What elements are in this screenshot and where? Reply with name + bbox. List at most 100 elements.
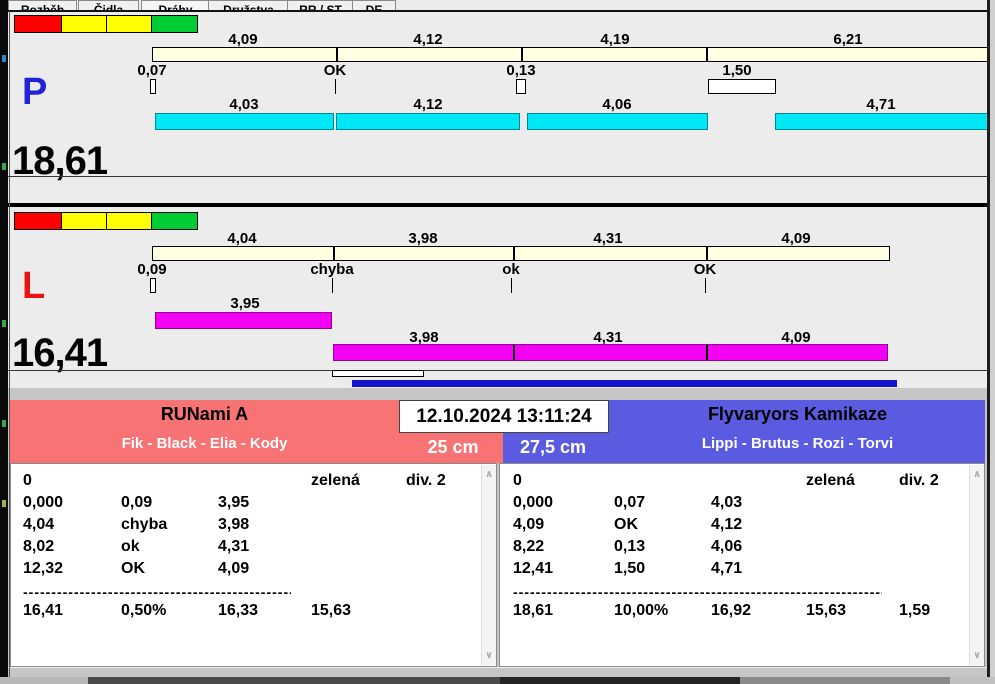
l-first-split-label: 3,95 (230, 295, 260, 312)
table-cell: 8,02 (23, 538, 55, 555)
status-light-green (151, 15, 198, 33)
lane-p-total: 18,61 (12, 139, 108, 183)
lane-l-letter: L (22, 265, 46, 307)
l-mark-label: ok (502, 261, 520, 278)
p-bottom-split-label: 4,06 (602, 96, 632, 113)
l-top-split-label: 4,31 (593, 230, 623, 247)
table-cell: 1,50 (614, 560, 646, 577)
table-cell: 3,98 (218, 516, 250, 533)
p-bottom-split-label: 4,12 (413, 96, 443, 113)
p-top-split-label: 4,09 (228, 31, 258, 48)
table-total-cell: 0,50% (121, 602, 167, 619)
table-cell: OK (614, 516, 638, 533)
taskbar-segment (740, 677, 950, 684)
taskbar-segment (88, 677, 500, 684)
bar-divider (706, 48, 708, 61)
table-cell: 4,06 (711, 538, 743, 555)
table-total-cell: 16,33 (218, 602, 259, 619)
scroll-down-icon[interactable]: ∨ (482, 650, 496, 661)
table-separator: ----------------------------------------… (23, 584, 291, 596)
bar-divider (333, 247, 335, 260)
empty-gauge-box (332, 370, 424, 377)
table-cell: 4,04 (23, 516, 55, 533)
p-mark-label: 0,07 (137, 62, 167, 79)
table-cell: 12,32 (23, 560, 64, 577)
edge-mark (2, 55, 6, 62)
p-top-split-label: 4,19 (600, 31, 630, 48)
bar-divider (521, 48, 523, 61)
table-cell: ok (121, 538, 140, 555)
table-cell: div. 2 (899, 472, 939, 489)
bar-divider (706, 345, 708, 360)
scroll-down-icon[interactable]: ∨ (970, 650, 984, 661)
scroll-up-icon[interactable]: ∧ (970, 469, 984, 480)
p-top-split-label: 6,21 (833, 31, 863, 48)
l-mark-tick-line (511, 278, 512, 293)
tabbar-divider (8, 10, 991, 12)
l-top-split-label: 4,09 (781, 230, 811, 247)
table-cell: 4,12 (711, 516, 743, 533)
taskbar-segment (0, 677, 88, 684)
bar-divider (513, 345, 515, 360)
table-cell: div. 2 (406, 472, 446, 489)
status-light-red (14, 212, 62, 230)
panel-divider-thick (8, 203, 991, 207)
edge-mark (2, 320, 6, 327)
l-top-split-bar (152, 246, 890, 261)
p-bottom-split-label: 4,03 (229, 96, 259, 113)
l-top-split-label: 3,98 (408, 230, 438, 247)
l-split-bar-first (155, 312, 332, 329)
taskbar-segment (950, 677, 995, 684)
table-cell: 4,09 (218, 560, 250, 577)
team-right-dogs: Lippi - Brutus - Rozi - Torvi (701, 435, 894, 452)
l-mark-label: 0,09 (137, 261, 167, 278)
table-total-cell: 18,61 (513, 602, 554, 619)
table-cell: 4,03 (711, 494, 743, 511)
edge-window-strip (0, 0, 8, 684)
p-bottom-split-label: 4,71 (866, 96, 896, 113)
p-mark-label: 1,50 (722, 62, 752, 79)
team-left-name: RUNami A (160, 404, 249, 424)
table-cell: zelená (806, 472, 855, 489)
table-total-cell: 16,41 (23, 602, 64, 619)
p-top-split-label: 4,12 (413, 31, 443, 48)
team-left-dogs: Fik - Black - Elia - Kody (121, 435, 288, 452)
l-mark-label: chyba (310, 261, 354, 278)
table-cell: OK (121, 560, 145, 577)
p-mark-label: OK (323, 62, 347, 79)
status-light-yellow (61, 212, 107, 230)
table-separator: ----------------------------------------… (513, 584, 882, 596)
panel-divider (8, 370, 991, 371)
table-cell: 0 (23, 472, 32, 489)
table-total-cell: 10,00% (614, 602, 669, 619)
l-mark-tick-line (705, 278, 706, 293)
p-mark-label: 0,13 (506, 62, 536, 79)
team-right-jump-height: 27,5 cm (519, 437, 587, 457)
table-cell: 4,09 (513, 516, 545, 533)
l-mark-tick-line (332, 278, 333, 293)
table-cell: 4,31 (218, 538, 250, 555)
right-table-scrollbar[interactable]: ∧ ∨ (969, 465, 984, 665)
p-split-bar-segment (527, 113, 708, 130)
table-cell: 4,71 (711, 560, 743, 577)
taskbar-segment (500, 677, 740, 684)
datetime-display: 12.10.2024 13:11:24 (399, 400, 609, 433)
status-light-yellow (61, 15, 107, 33)
bar-divider (336, 48, 338, 61)
table-cell: 0 (513, 472, 522, 489)
p-split-bar-segment (336, 113, 520, 130)
team-left-jump-height: 25 cm (427, 437, 479, 457)
table-cell: zelená (311, 472, 360, 489)
l-mark-tick-box (150, 278, 156, 293)
table-cell: 0,07 (614, 494, 646, 511)
table-cell: 0,000 (513, 494, 554, 511)
scroll-up-icon[interactable]: ∧ (482, 469, 496, 480)
p-top-split-bar (152, 47, 988, 62)
status-light-green (151, 212, 198, 230)
panel-divider (8, 176, 991, 177)
edge-mark (2, 500, 6, 507)
team-right-name: Flyvaryors Kamikaze (707, 404, 888, 424)
left-result-table: 0 zelená div. 2 0,000 0,09 3,95 4,04 chy… (10, 463, 497, 667)
left-table-scrollbar[interactable]: ∧ ∨ (481, 465, 496, 665)
p-mark-tick-box (516, 79, 526, 94)
